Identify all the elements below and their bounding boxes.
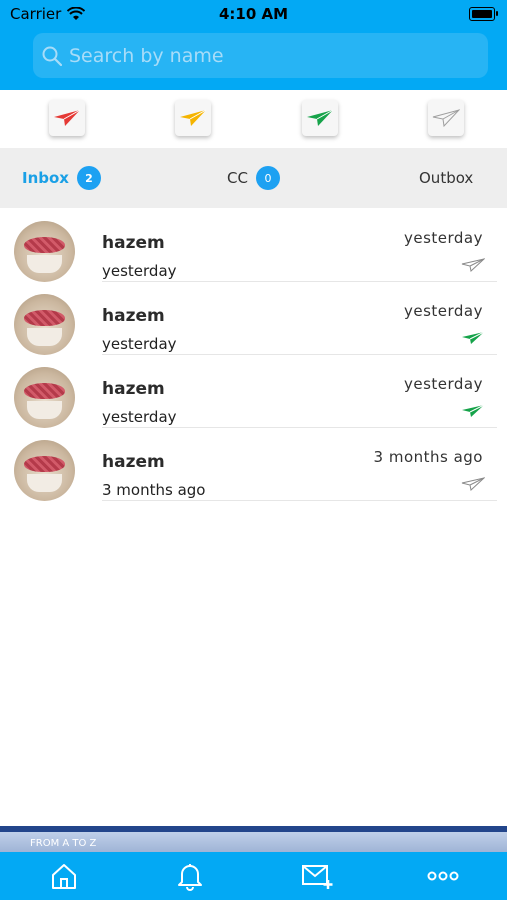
ad-text: FROM A TO Z xyxy=(30,838,97,849)
tab-outbox[interactable]: Outbox xyxy=(419,148,473,208)
outline-plane-icon xyxy=(432,109,460,127)
list-item[interactable]: hazem yesterday yesterday xyxy=(0,208,507,282)
sender-name: hazem xyxy=(102,233,165,253)
green-plane-icon xyxy=(462,404,485,417)
outline-plane-filter[interactable] xyxy=(428,100,464,136)
divider xyxy=(102,500,497,501)
avatar xyxy=(14,294,75,355)
status-bar: Carrier 4:10 AM xyxy=(0,0,507,28)
list-item[interactable]: hazem yesterday yesterday xyxy=(0,281,507,355)
tab-outbox-label: Outbox xyxy=(419,169,474,187)
green-plane-icon xyxy=(462,331,485,344)
avatar xyxy=(14,440,75,501)
message-subtitle: yesterday xyxy=(102,408,177,426)
message-time: 3 months ago xyxy=(373,448,483,466)
home-icon[interactable] xyxy=(48,860,80,892)
message-subtitle: yesterday xyxy=(102,262,177,280)
message-time: yesterday xyxy=(403,229,483,247)
more-icon[interactable] xyxy=(427,860,459,892)
search-bar[interactable]: Search by name xyxy=(33,33,488,78)
tab-inbox[interactable]: Inbox 2 xyxy=(22,148,101,208)
list-item[interactable]: hazem yesterday yesterday xyxy=(0,354,507,428)
inbox-count-badge: 2 xyxy=(76,166,101,190)
tab-cc-label: CC xyxy=(227,169,248,187)
message-subtitle: 3 months ago xyxy=(102,481,206,499)
sender-name: hazem xyxy=(102,452,165,472)
outline-plane-icon xyxy=(461,258,485,272)
compose-mail-icon[interactable] xyxy=(301,860,333,892)
message-time: yesterday xyxy=(403,375,483,393)
ad-banner[interactable]: FROM A TO Z xyxy=(0,826,507,852)
message-time: yesterday xyxy=(403,302,483,320)
filter-row xyxy=(0,92,507,147)
red-plane-icon xyxy=(54,109,81,126)
app-header: Carrier 4:10 AM Search by name xyxy=(0,0,507,90)
tab-inbox-label: Inbox xyxy=(22,169,69,187)
ad-stripe xyxy=(0,826,507,832)
search-input[interactable]: Search by name xyxy=(69,45,224,67)
yellow-plane-filter[interactable] xyxy=(175,100,211,136)
message-list: hazem yesterday yesterday hazem yesterda… xyxy=(0,208,507,501)
mailbox-tabs: Inbox 2 CC 0 Outbox xyxy=(0,148,507,208)
red-plane-filter[interactable] xyxy=(49,100,85,136)
message-subtitle: yesterday xyxy=(102,335,177,353)
sender-name: hazem xyxy=(102,306,165,326)
list-item[interactable]: hazem 3 months ago 3 months ago xyxy=(0,427,507,501)
green-plane-icon xyxy=(307,109,334,126)
bell-icon[interactable] xyxy=(174,860,206,892)
sender-name: hazem xyxy=(102,379,165,399)
search-icon xyxy=(41,45,63,67)
yellow-plane-icon xyxy=(180,109,207,126)
outline-plane-icon xyxy=(461,477,485,491)
avatar xyxy=(14,367,75,428)
green-plane-filter[interactable] xyxy=(302,100,338,136)
cc-count-badge: 0 xyxy=(255,166,280,190)
battery-icon xyxy=(469,7,498,21)
bottom-nav xyxy=(0,852,507,900)
avatar xyxy=(14,221,75,282)
tab-cc[interactable]: CC 0 xyxy=(227,148,280,208)
status-time: 4:10 AM xyxy=(218,5,289,23)
